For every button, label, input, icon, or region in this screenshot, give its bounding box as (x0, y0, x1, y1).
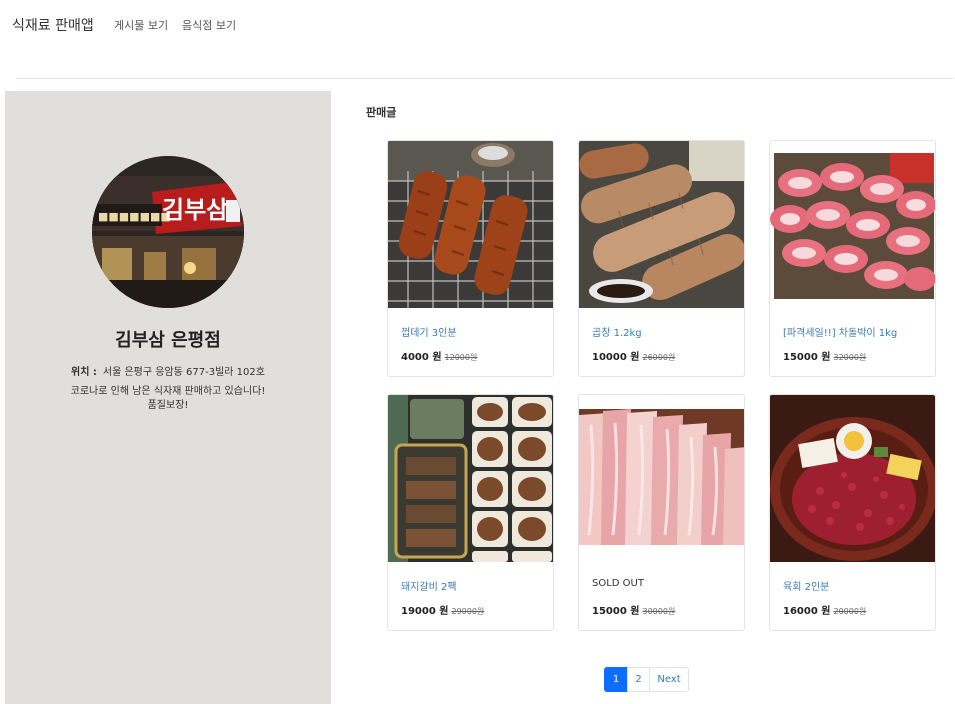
next-page-button[interactable]: Next (649, 667, 689, 692)
original-price: 32000원 (833, 353, 867, 362)
page-2-button[interactable]: 2 (627, 667, 650, 692)
product-card[interactable]: 곱창 1.2kg 10000 원 26000원 (578, 140, 745, 377)
description-line: 코로나로 인해 남은 식자재 판매하고 있습니다! (70, 386, 266, 397)
sale-price: 16000 원 (783, 606, 831, 617)
product-title[interactable]: 돼지갈비 2팩 (401, 578, 457, 593)
original-price: 20000원 (833, 607, 867, 616)
product-title[interactable]: 껍데기 3인분 (401, 324, 457, 339)
original-price: 26000원 (642, 353, 676, 362)
beef-brisket-rolls-photo[interactable] (770, 141, 935, 308)
pork-belly-slices-photo[interactable] (579, 395, 744, 562)
header-divider (16, 78, 954, 79)
original-price: 12000원 (444, 353, 478, 362)
product-price: 15000 원 30000원 (592, 602, 675, 617)
pork-ribs-packs-photo[interactable] (388, 395, 553, 562)
sale-price: 10000 원 (592, 352, 640, 363)
sale-price: 4000 원 (401, 352, 442, 363)
product-price: 16000 원 20000원 (783, 602, 866, 617)
sale-price: 15000 원 (592, 606, 640, 617)
original-price: 30000원 (642, 607, 676, 616)
store-sign-text: 김부삼 (162, 196, 228, 224)
product-price: 19000 원 29000원 (401, 602, 484, 617)
store-location: 위치 : 서울 은평구 응암동 677-3빌라 102호 (5, 363, 331, 378)
product-price: 10000 원 26000원 (592, 348, 675, 363)
store-description: 코로나로 인해 남은 식자재 판매하고 있습니다! 품질보장! (5, 385, 331, 413)
store-profile-panel: ■■■■■■■ 김부삼 김부삼 은평점 위치 : 서울 은평구 응암동 677-3… (5, 91, 331, 704)
sale-price: 19000 원 (401, 606, 449, 617)
product-card[interactable]: 돼지갈비 2팩 19000 원 29000원 (387, 394, 554, 631)
grilled-pork-skin-photo[interactable] (388, 141, 553, 308)
product-card[interactable]: [파격세일!!] 차돌박이 1kg 15000 원 32000원 (769, 140, 936, 377)
pagination: 1 2 Next (604, 667, 689, 692)
nav-link-stores[interactable]: 음식점 보기 (182, 17, 236, 33)
product-card[interactable]: 육회 2인분 16000 원 20000원 (769, 394, 936, 631)
page-1-button[interactable]: 1 (604, 667, 628, 692)
grilled-gopchang-photo[interactable] (579, 141, 744, 308)
svg-text:■■■■■■■: ■■■■■■■ (98, 210, 171, 223)
section-title: 판매글 (366, 106, 397, 119)
product-title[interactable]: 육회 2인분 (783, 578, 829, 593)
store-name: 김부삼 은평점 (115, 330, 221, 351)
description-line: 품질보장! (147, 400, 189, 411)
product-title[interactable]: SOLD OUT (592, 578, 644, 589)
yukhoe-platter-photo[interactable] (770, 395, 935, 562)
product-price: 4000 원 12000원 (401, 348, 477, 363)
product-card[interactable]: SOLD OUT 15000 원 30000원 (578, 394, 745, 631)
brand-link[interactable]: 식재료 판매앱 (12, 15, 94, 35)
sale-price: 15000 원 (783, 352, 831, 363)
original-price: 29000원 (451, 607, 485, 616)
store-avatar: ■■■■■■■ 김부삼 (92, 156, 244, 308)
product-price: 15000 원 32000원 (783, 348, 866, 363)
top-navbar: 식재료 판매앱 게시물 보기 음식점 보기 (0, 0, 955, 50)
nav-link-posts[interactable]: 게시물 보기 (114, 17, 168, 33)
location-value: 서울 은평구 응암동 677-3빌라 102호 (102, 367, 265, 378)
product-card[interactable]: 껍데기 3인분 4000 원 12000원 (387, 140, 554, 377)
location-label: 위치 : (71, 367, 97, 378)
product-title[interactable]: 곱창 1.2kg (592, 324, 642, 339)
product-title[interactable]: [파격세일!!] 차돌박이 1kg (783, 324, 897, 339)
